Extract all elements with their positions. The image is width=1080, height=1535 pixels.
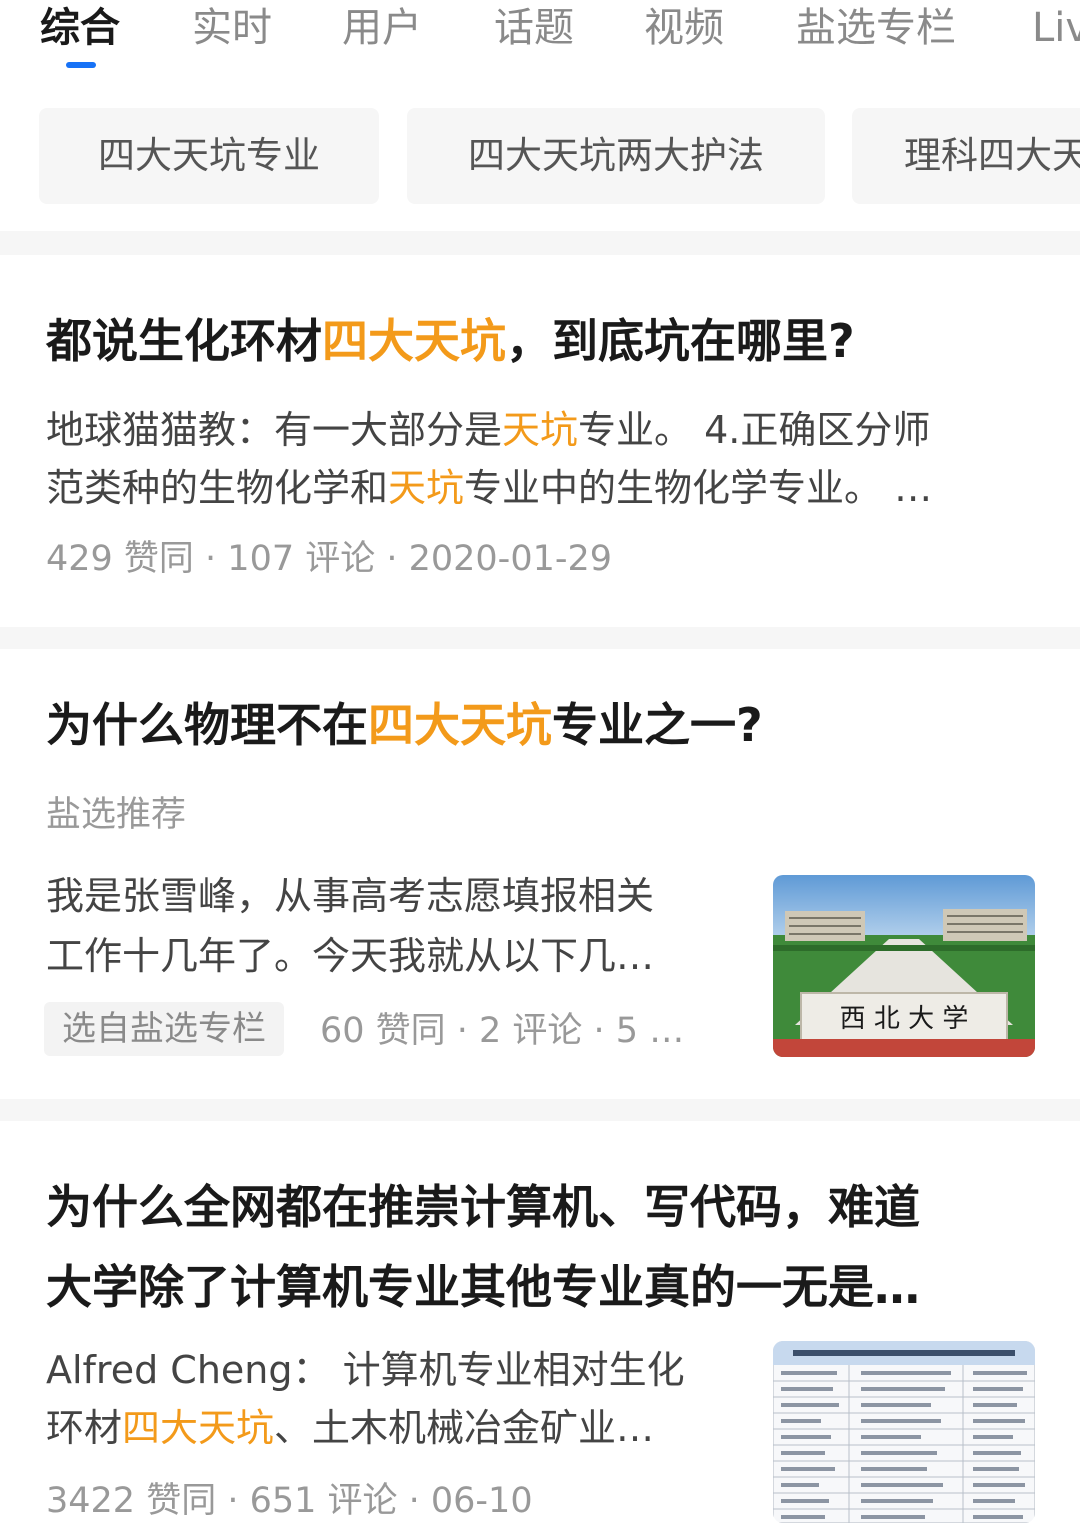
- related-search-chips: 四大天坑专业 四大天坑两大护法 理科四大天坑: [0, 108, 1080, 206]
- result-thumbnail[interactable]: [773, 1341, 1035, 1523]
- chip-related-search[interactable]: 四大天坑专业: [39, 108, 379, 204]
- excerpt-text: 专业中的生物化学专业。 …: [464, 466, 933, 510]
- thumbnail-caption: 西 北 大 学: [840, 1004, 969, 1034]
- tab-topics[interactable]: 话题: [494, 2, 574, 54]
- excerpt-highlight: 四大天坑: [122, 1406, 275, 1450]
- result-title-line2[interactable]: 大学除了计算机专业其他专业真的一无是…: [46, 1247, 920, 1327]
- section-divider: [0, 627, 1080, 649]
- search-result-card[interactable]: 为什么物理不在四大天坑专业之一? 盐选推荐 我是张雪峰，从事高考志愿填报相关 工…: [0, 649, 1080, 1099]
- section-divider: [0, 1099, 1080, 1121]
- table-document-icon: [773, 1341, 1035, 1523]
- result-excerpt: Alfred Cheng： 计算机专业相对生化: [46, 1348, 685, 1392]
- excerpt-highlight: 天坑: [502, 408, 579, 452]
- title-highlight: 四大天坑: [322, 314, 506, 368]
- salt-column-badge[interactable]: 选自盐选专栏: [44, 1002, 284, 1056]
- chip-related-search[interactable]: 四大天坑两大护法: [407, 108, 825, 204]
- tab-users[interactable]: 用户: [342, 2, 422, 54]
- tab-all[interactable]: 综合: [40, 2, 120, 54]
- section-divider: [0, 231, 1080, 255]
- result-thumbnail[interactable]: 西 北 大 学: [773, 875, 1035, 1057]
- search-result-card[interactable]: 为什么全网都在推崇计算机、写代码，难道 大学除了计算机专业其他专业真的一无是… …: [0, 1121, 1080, 1535]
- excerpt-text: 、土木机械冶金矿业…: [274, 1406, 655, 1450]
- excerpt-text: 环材: [46, 1406, 123, 1450]
- result-title[interactable]: 为什么物理不在四大天坑专业之一?: [46, 685, 763, 765]
- result-meta: 429 赞同 · 107 评论 · 2020-01-29: [46, 539, 613, 579]
- title-text: ，到底坑在哪里?: [506, 314, 855, 368]
- result-excerpt: 范类种的生物化学和天坑专业中的生物化学专业。 …: [46, 459, 932, 517]
- title-text: 为什么物理不在: [46, 698, 368, 752]
- search-tabs: 综合 实时 用户 话题 视频 盐选专栏 Live: [0, 0, 1080, 86]
- excerpt-text: 地球猫猫教：有一大部分是: [46, 408, 503, 452]
- active-tab-indicator: [66, 62, 96, 68]
- salt-recommend-tag: 盐选推荐: [46, 795, 187, 835]
- title-highlight: 四大天坑: [368, 698, 552, 752]
- campus-photo-icon: 西 北 大 学: [773, 875, 1035, 1057]
- tab-live[interactable]: Live: [1032, 2, 1080, 54]
- excerpt-text: 专业。 4.正确区分师: [578, 408, 931, 452]
- title-text: 专业之一?: [552, 698, 763, 752]
- result-excerpt: 我是张雪峰，从事高考志愿填报相关: [46, 874, 655, 918]
- excerpt-highlight: 天坑: [388, 466, 465, 510]
- result-meta: 60 赞同 · 2 评论 · 5 …: [320, 1011, 685, 1051]
- result-excerpt: 环材四大天坑、土木机械冶金矿业…: [46, 1399, 654, 1457]
- tab-realtime[interactable]: 实时: [192, 2, 272, 54]
- tab-videos[interactable]: 视频: [644, 2, 724, 54]
- result-title[interactable]: 都说生化环材四大天坑，到底坑在哪里?: [46, 301, 855, 381]
- excerpt-text: 范类种的生物化学和: [46, 466, 389, 510]
- search-result-card[interactable]: 都说生化环材四大天坑，到底坑在哪里? 地球猫猫教：有一大部分是天坑专业。 4.正…: [0, 255, 1080, 627]
- chip-related-search[interactable]: 理科四大天坑: [852, 108, 1080, 204]
- result-excerpt: 工作十几年了。今天我就从以下几…: [46, 934, 655, 978]
- result-meta: 3422 赞同 · 651 评论 · 06-10: [46, 1481, 533, 1521]
- tab-salt-column[interactable]: 盐选专栏: [796, 2, 956, 54]
- result-title[interactable]: 为什么全网都在推崇计算机、写代码，难道: [46, 1167, 920, 1247]
- result-excerpt: 地球猫猫教：有一大部分是天坑专业。 4.正确区分师: [46, 401, 930, 459]
- title-text: 都说生化环材: [46, 314, 322, 368]
